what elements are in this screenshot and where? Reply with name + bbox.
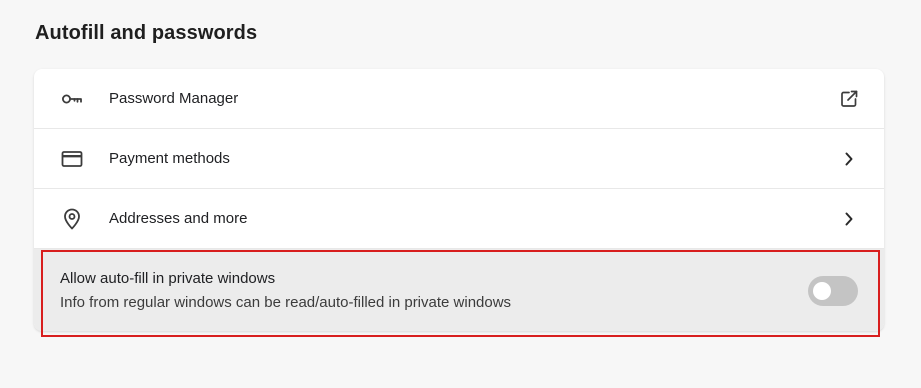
section-title: Autofill and passwords [35,22,258,44]
chevron-right-icon [838,208,860,230]
addresses-row[interactable]: Addresses and more [34,189,884,249]
location-pin-icon [60,207,84,231]
password-manager-row[interactable]: Password Manager [34,69,884,129]
credit-card-icon [60,147,84,171]
private-autofill-toggle[interactable] [808,276,858,306]
payment-methods-row[interactable]: Payment methods [34,129,884,189]
settings-page: Autofill and passwords Password Manager [0,0,921,388]
key-icon [60,87,84,111]
toggle-knob [813,282,831,300]
autofill-settings-card: Password Manager Payment methods Address… [34,69,884,331]
addresses-label: Addresses and more [109,210,248,227]
private-autofill-row: Allow auto-fill in private windows Info … [34,249,884,331]
open-external-icon[interactable] [838,88,860,110]
private-autofill-title: Allow auto-fill in private windows [60,270,276,287]
password-manager-label: Password Manager [109,90,239,107]
private-autofill-description: Info from regular windows can be read/au… [60,294,512,311]
payment-methods-label: Payment methods [109,150,230,167]
chevron-right-icon [838,148,860,170]
